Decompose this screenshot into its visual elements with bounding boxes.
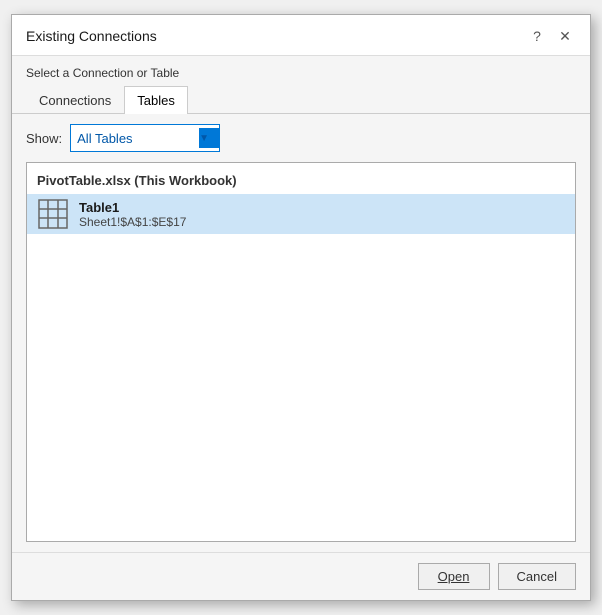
help-button[interactable]: ? bbox=[526, 25, 548, 47]
table-grid-icon bbox=[37, 198, 69, 230]
title-bar-icons: ? ✕ bbox=[526, 25, 576, 47]
body-area: Show: All Tables ▼ PivotTable.xlsx (This… bbox=[12, 114, 590, 552]
tabs-row: Connections Tables bbox=[12, 86, 590, 114]
show-row: Show: All Tables ▼ bbox=[26, 124, 576, 152]
cancel-button[interactable]: Cancel bbox=[498, 563, 576, 590]
cancel-button-label: Cancel bbox=[517, 569, 557, 584]
tab-connections[interactable]: Connections bbox=[26, 86, 124, 114]
table-item-range: Sheet1!$A$1:$E$17 bbox=[79, 215, 186, 229]
existing-connections-dialog: Existing Connections ? ✕ Select a Connec… bbox=[11, 14, 591, 601]
title-bar: Existing Connections ? ✕ bbox=[12, 15, 590, 56]
table-list[interactable]: PivotTable.xlsx (This Workbook) Table1 S… bbox=[26, 162, 576, 542]
dialog-footer: Open Cancel bbox=[12, 552, 590, 600]
open-button[interactable]: Open bbox=[418, 563, 490, 590]
question-icon: ? bbox=[533, 28, 541, 44]
show-selected-value: All Tables bbox=[77, 131, 195, 146]
show-label: Show: bbox=[26, 131, 62, 146]
dialog-subtitle: Select a Connection or Table bbox=[12, 56, 590, 86]
tab-tables[interactable]: Tables bbox=[124, 86, 188, 114]
dropdown-arrow-icon: ▼ bbox=[199, 128, 219, 148]
workbook-label: PivotTable.xlsx (This Workbook) bbox=[27, 169, 575, 194]
close-icon: ✕ bbox=[559, 28, 571, 45]
dialog-title: Existing Connections bbox=[26, 28, 157, 44]
show-dropdown[interactable]: All Tables ▼ bbox=[70, 124, 220, 152]
table-item-name: Table1 bbox=[79, 200, 186, 215]
close-button[interactable]: ✕ bbox=[554, 25, 576, 47]
list-item[interactable]: Table1 Sheet1!$A$1:$E$17 bbox=[27, 194, 575, 234]
table-item-info: Table1 Sheet1!$A$1:$E$17 bbox=[79, 200, 186, 229]
open-button-label: Open bbox=[438, 569, 470, 584]
